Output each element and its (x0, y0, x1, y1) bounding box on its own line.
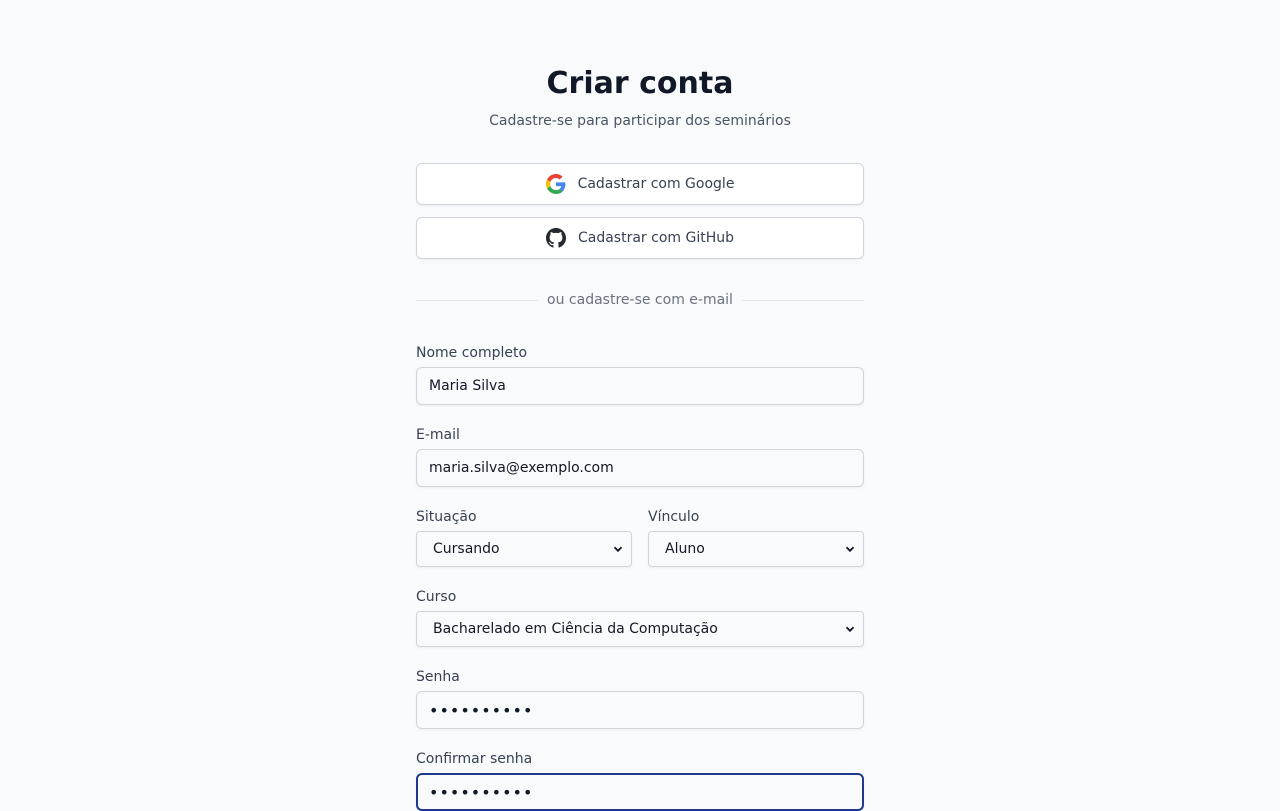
situacao-selected: Cursando (433, 541, 500, 557)
confirmar-senha-input-value: •••••••••• (429, 782, 534, 802)
email-input[interactable]: maria.silva@exemplo.com (416, 449, 864, 487)
vinculo-label: Vínculo (648, 509, 700, 525)
google-signup-label: Cadastrar com Google (577, 176, 735, 192)
github-signup-button[interactable]: Cadastrar com GitHub (416, 217, 864, 259)
senha-input-value: •••••••••• (429, 700, 534, 720)
confirmar-senha-input[interactable]: •••••••••• (416, 773, 864, 811)
google-signup-button[interactable]: Cadastrar com Google (416, 163, 864, 205)
divider-line-left (416, 299, 539, 301)
divider-text: ou cadastre-se com e-mail (547, 292, 733, 308)
google-icon (545, 174, 566, 194)
curso-label: Curso (416, 589, 457, 605)
page-subtitle: Cadastre-se para participar dos seminári… (489, 113, 791, 129)
email-input-value: maria.silva@exemplo.com (429, 460, 614, 476)
curso-selected: Bacharelado em Ciência da Computação (433, 621, 718, 637)
curso-select[interactable]: Bacharelado em Ciência da Computação (416, 611, 864, 647)
senha-label: Senha (416, 669, 460, 685)
name-input-value: Maria Silva (429, 378, 506, 394)
confirmar-senha-label: Confirmar senha (416, 751, 533, 767)
github-signup-label: Cadastrar com GitHub (577, 230, 734, 246)
divider: ou cadastre-se com e-mail (416, 290, 864, 310)
chevron-down-icon (845, 624, 855, 634)
senha-input[interactable]: •••••••••• (416, 691, 864, 729)
name-input[interactable]: Maria Silva (416, 367, 864, 405)
vinculo-select[interactable]: Aluno (648, 531, 864, 567)
vinculo-selected: Aluno (665, 541, 705, 557)
page-title: Criar conta (546, 66, 734, 101)
divider-line-right (741, 299, 864, 301)
situacao-select[interactable]: Cursando (416, 531, 632, 567)
situacao-label: Situação (416, 509, 477, 525)
github-icon (545, 228, 566, 248)
chevron-down-icon (613, 544, 623, 554)
email-label: E-mail (416, 427, 460, 443)
chevron-down-icon (845, 544, 855, 554)
name-label: Nome completo (416, 345, 528, 361)
